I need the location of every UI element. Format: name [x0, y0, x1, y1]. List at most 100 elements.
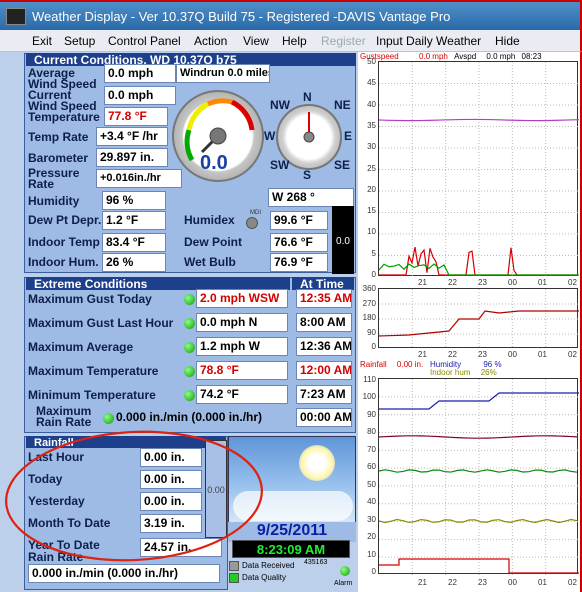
- min-temp-time: 7:23 AM: [296, 385, 352, 404]
- sun-icon: [299, 445, 335, 481]
- graph1-y-tick: 50: [367, 57, 376, 66]
- wet-bulb-label: Wet Bulb: [184, 255, 236, 269]
- indoor-temp-value: 83.4 °F: [102, 233, 166, 252]
- pressure-rate-value: +0.016in./hr: [96, 169, 182, 188]
- graph1-y-tick: 40: [367, 99, 376, 109]
- max-average-time: 12:36 AM: [296, 337, 352, 356]
- max-gust-hour-value: 0.0 mph N: [196, 313, 288, 332]
- app-icon[interactable]: [6, 8, 26, 25]
- min-temp-led: [184, 390, 195, 401]
- graph3-y-tick: 90: [367, 409, 376, 419]
- temperature-value: 77.8 °F: [104, 107, 168, 126]
- graph3-x-tick: 23: [478, 578, 487, 587]
- graph3-y-tick: 50: [367, 479, 376, 489]
- wind-gauge-value: 0.0: [200, 152, 228, 174]
- legend-rainfall: Rainfall: [360, 360, 387, 369]
- graph3-x-tick: 02: [568, 578, 577, 587]
- graph3-y-tick: 70: [367, 444, 376, 454]
- temp-rate-value: +3.4 °F /hr: [96, 127, 168, 146]
- graph1-x-tick: 21: [418, 278, 427, 287]
- graph3-x-tick: 21: [418, 578, 427, 587]
- menu-input-daily-weather[interactable]: Input Daily Weather: [376, 34, 481, 48]
- mdi-label: MDI: [250, 210, 261, 216]
- graph1-y-tick: 30: [367, 142, 376, 152]
- graph1-x-tick: 02: [568, 278, 577, 287]
- graph2-x-tick: 02: [568, 350, 577, 359]
- window-titlebar[interactable]: Weather Display - Ver 10.37Q Build 75 - …: [0, 0, 582, 30]
- legend-gustspeed-value: 0.0 mph: [418, 52, 448, 61]
- graph3-legend: Rainfall 0.00 in.: [360, 360, 423, 369]
- menu-exit[interactable]: Exit: [32, 34, 52, 48]
- graph1-x-tick: 22: [448, 278, 457, 287]
- max-temp-label: Maximum Temperature: [28, 364, 159, 378]
- graph3-y-tick: 10: [367, 549, 376, 559]
- legend-avspd: Avspd: [454, 52, 477, 61]
- max-temp-led: [184, 366, 195, 377]
- annotation-circle: [5, 430, 263, 562]
- alarm-led: [340, 566, 350, 576]
- graph1-y-tick: 35: [367, 120, 376, 130]
- graph3-y-tick: 40: [367, 497, 376, 507]
- graph2-y-tick: 270: [362, 298, 376, 308]
- indoor-temp-label: Indoor Temp: [28, 235, 100, 249]
- max-gust-hour-led: [184, 318, 195, 329]
- compass-se: SE: [334, 158, 351, 172]
- graph3-y-tick: 110: [363, 375, 376, 384]
- gust-series: [379, 246, 577, 276]
- graph2-x-tick: 23: [478, 350, 487, 359]
- graph2-y-tick: 360: [362, 284, 376, 293]
- wind-direction-series: [378, 310, 579, 337]
- compass-w: W: [264, 129, 276, 143]
- graph3-y-tick: 80: [367, 427, 376, 437]
- compass-ne: NE: [334, 98, 351, 112]
- graph1-y-tick: 15: [367, 206, 376, 216]
- temperature-series: [378, 118, 580, 122]
- max-temp-time: 12:00 AM: [296, 361, 352, 380]
- compass-sw: SW: [270, 158, 290, 172]
- barometer-label: Barometer: [28, 151, 89, 165]
- max-average-label: Maximum Average: [28, 340, 134, 354]
- max-gust-today-label: Maximum Gust Today: [28, 292, 152, 306]
- humidity-label: Humidity: [28, 194, 80, 208]
- menu-help[interactable]: Help: [282, 34, 307, 48]
- graph1-x-tick: 01: [538, 278, 547, 287]
- compass-s: S: [303, 168, 312, 182]
- dewpoint-series: [378, 435, 578, 439]
- max-temp-value: 78.8 °F: [196, 361, 288, 380]
- max-average-value: 1.2 mph W: [196, 337, 288, 356]
- max-gust-today-time: 12:35 AM: [296, 289, 352, 308]
- mdi-indicator: [246, 217, 258, 229]
- indoor-hum-label: Indoor Hum.: [28, 255, 99, 269]
- menu-bar: Exit Setup Control Panel Action View Hel…: [0, 30, 582, 52]
- max-gust-hour-time: 8:00 AM: [296, 313, 352, 332]
- alarm-label: Alarm: [334, 580, 353, 587]
- dew-point-label: Dew Point: [184, 235, 243, 249]
- menu-control-panel[interactable]: Control Panel: [108, 34, 181, 48]
- menu-setup[interactable]: Setup: [64, 34, 95, 48]
- graph1-x-tick: 23: [478, 278, 487, 287]
- data-received-count: 435163: [304, 559, 328, 566]
- compass-n: N: [303, 90, 312, 104]
- temp-rate-label: Temp Rate: [28, 130, 89, 144]
- wind-direction-value: W 268 °: [268, 188, 354, 207]
- min-temp-label: Minimum Temperature: [28, 388, 156, 402]
- graph2-y-tick: 90: [367, 327, 376, 337]
- legend-indoor-hum: Indoor hum 26%: [430, 368, 497, 377]
- temperature-label: Temperature: [28, 110, 100, 124]
- graph1-y-tick: 25: [367, 163, 376, 173]
- humidex-label: Humidex: [184, 213, 235, 227]
- graph2-y-tick: 180: [362, 313, 376, 322]
- legend-rainfall-value: 0.00 in.: [396, 360, 424, 369]
- max-rain-rate-value: 0.000 in./min (0.000 in./hr): [116, 410, 263, 424]
- graph2-x-tick: 21: [418, 350, 427, 359]
- legend-indoor-hum-label: Indoor hum: [430, 368, 471, 377]
- cur-wind-value: 0.0 mph: [104, 86, 176, 105]
- compass-e: E: [344, 129, 353, 143]
- menu-view[interactable]: View: [243, 34, 269, 48]
- legend-avspd-value: 0.0 mph: [486, 52, 516, 61]
- min-temp-value: 74.2 °F: [196, 385, 288, 404]
- graph1-legend: Gustspeed 0.0 mph Avspd 0.0 mph 08:23: [360, 52, 542, 61]
- menu-action[interactable]: Action: [194, 34, 227, 48]
- menu-hide[interactable]: Hide: [495, 34, 520, 48]
- dew-point-value: 76.6 °F: [270, 233, 328, 252]
